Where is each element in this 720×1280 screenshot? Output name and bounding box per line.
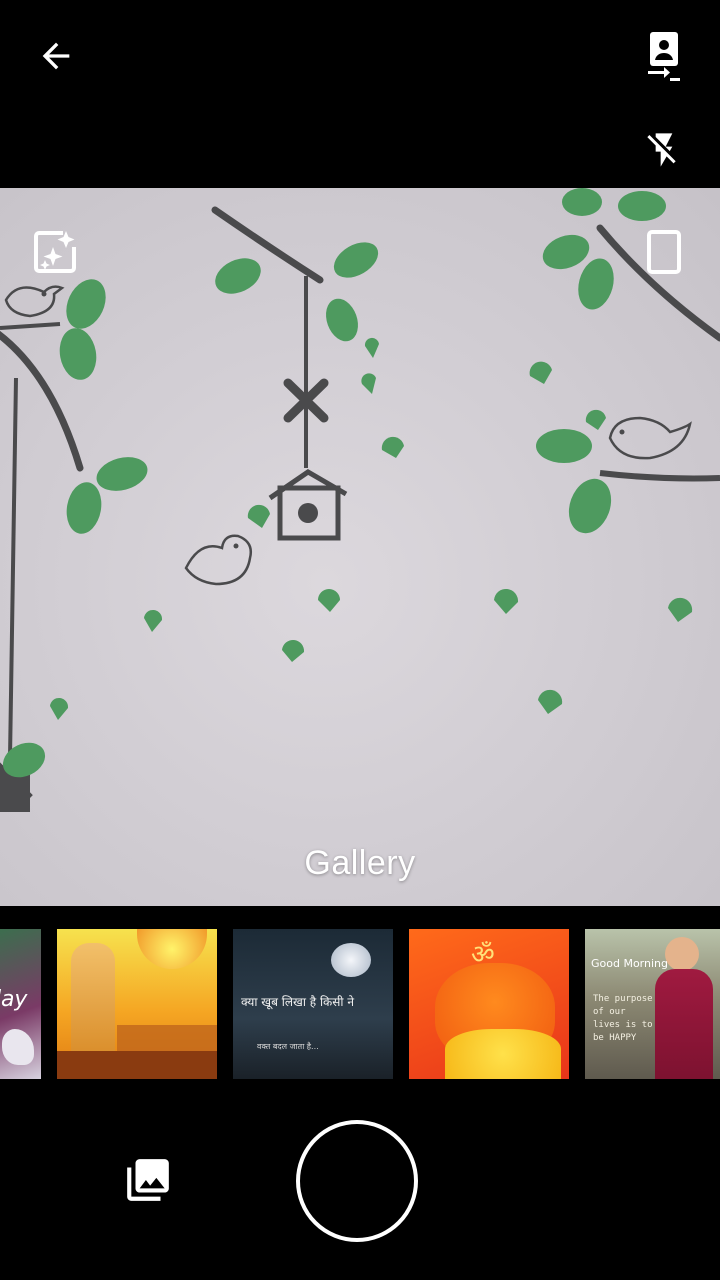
thumbnail-1[interactable]: ...day (0, 929, 41, 1079)
mode-label: Gallery (304, 844, 416, 882)
thumbnail-2[interactable] (57, 929, 217, 1079)
thumbnail-caption: क्या खूब लिखा है किसी ने (241, 995, 354, 1009)
thumbnail-caption: Good Morning (591, 957, 668, 970)
photo-library-icon (127, 1159, 169, 1201)
viewfinder-scene (0, 188, 720, 812)
camera-viewfinder[interactable]: Gallery (0, 188, 720, 906)
switch-camera-button[interactable] (632, 24, 696, 88)
arrow-left-icon (42, 42, 70, 70)
flash-button[interactable] (632, 118, 696, 182)
flash-off-icon (647, 133, 676, 167)
thumbnail-subcaption: वक्त बदल जाता है... (257, 1042, 319, 1051)
thumbnail-4[interactable]: ॐ (409, 929, 569, 1079)
back-button[interactable] (24, 28, 88, 84)
thumbnail-caption: ...day (0, 987, 28, 1012)
auto-enhance-icon (34, 231, 76, 273)
thumbnail-subcaption: The purpose of our lives is to be HAPPY (593, 994, 653, 1043)
auto-enhance-button[interactable] (28, 224, 84, 280)
recent-photos-strip: ...day क्या खूब लिखा है किसी ने वक्त बदल… (0, 906, 720, 1088)
thumbnail-5[interactable]: Good Morning The purpose of our lives is… (585, 929, 720, 1079)
switch-camera-icon (648, 32, 680, 81)
bottom-controls (0, 1088, 720, 1280)
aspect-ratio-button[interactable] (636, 224, 692, 280)
thumbnail-3[interactable]: क्या खूब लिखा है किसी ने वक्त बदल जाता ह… (233, 929, 393, 1079)
top-bar (0, 0, 720, 188)
shutter-button[interactable] (296, 1120, 418, 1242)
open-gallery-button[interactable] (116, 1148, 180, 1212)
aspect-ratio-icon (647, 230, 681, 274)
